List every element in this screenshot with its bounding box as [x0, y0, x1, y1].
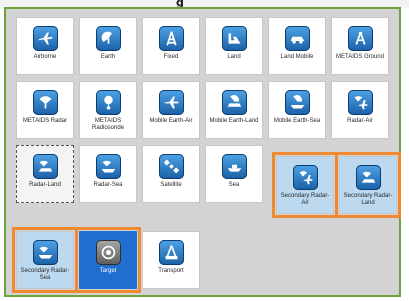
tile-fixed[interactable]: Fixed [142, 17, 200, 75]
tile-metaids-radiosonde[interactable]: METAIDS Radiosonde [79, 81, 137, 139]
mobile-earth-land-icon [221, 90, 247, 115]
tile-sea[interactable]: Sea [205, 145, 263, 203]
radar-sea-icon [95, 154, 121, 179]
tile-radar-air[interactable]: Radar-Air [331, 81, 389, 139]
tile-label: Target [99, 268, 117, 274]
tile-label: Land Mobile [280, 54, 314, 60]
earth-icon [95, 26, 121, 51]
tile-metaids-radar[interactable]: METAIDS Radar [16, 81, 74, 139]
tile-secondary-radar-air[interactable]: Secondary Radar-Air [272, 152, 338, 218]
tile-satellite[interactable]: Satellite [142, 145, 200, 203]
tile-label: Mobile Earth-Sea [273, 118, 321, 124]
tile-mobile-earth-air[interactable]: Mobile Earth-Air [142, 81, 200, 139]
tile-airborne[interactable]: Airborne [16, 17, 74, 75]
tile-metaids-ground[interactable]: METAIDS Ground [331, 17, 389, 75]
tile-label: Satellite [160, 182, 182, 188]
tile-target[interactable]: Target [75, 227, 141, 293]
tile-secondary-radar-sea[interactable]: Secondary Radar-Sea [12, 227, 78, 293]
airborne-icon [32, 26, 58, 51]
tile-land-mobile[interactable]: Land Mobile [268, 17, 326, 75]
tile-label: Secondary Radar-Air [280, 193, 330, 206]
tile-secondary-radar-land[interactable]: Secondary Radar-Land [335, 152, 401, 218]
tile-mobile-earth-sea[interactable]: Mobile Earth-Sea [268, 81, 326, 139]
metaids-radar-icon [32, 90, 58, 115]
tile-label: METAIDS Ground [336, 54, 384, 60]
metaids-ground-icon [347, 26, 373, 51]
radar-land-icon [32, 154, 58, 179]
tile-label: METAIDS Radar [22, 118, 68, 124]
radiosonde-icon [95, 90, 121, 115]
tile-label: Fixed [163, 54, 179, 60]
tile-label: Mobile Earth-Land [209, 118, 259, 124]
radar-air-icon [347, 90, 373, 115]
secondary-radar-sea-icon [32, 240, 58, 265]
land-mobile-icon [284, 26, 310, 51]
tile-transport[interactable]: Transport [142, 231, 200, 289]
fixed-antenna-icon [158, 26, 184, 51]
land-icon [221, 26, 247, 51]
transport-icon [158, 240, 184, 265]
tile-label: Earth [100, 54, 116, 60]
tile-radar-land[interactable]: Radar-Land [16, 145, 74, 203]
satellite-icon [158, 154, 184, 179]
tile-mobile-earth-land[interactable]: Mobile Earth-Land [205, 81, 263, 139]
tile-label: Radar-Land [29, 182, 61, 188]
tile-earth[interactable]: Earth [79, 17, 137, 75]
mobile-earth-air-icon [158, 90, 184, 115]
sea-icon [221, 154, 247, 179]
tile-label: Airborne [33, 54, 57, 60]
tile-label: Transport [158, 268, 184, 274]
secondary-radar-air-icon [292, 165, 318, 190]
mobile-earth-sea-icon [284, 90, 310, 115]
tile-label: Secondary Radar-Sea [20, 268, 70, 281]
icon-picker-panel: Airborne Earth Fixed Land Land Mobile ME… [4, 7, 401, 297]
tile-label: Radar-Air [347, 118, 373, 124]
tile-label: Secondary Radar-Land [343, 193, 393, 206]
tile-label: Mobile Earth-Air [149, 118, 193, 124]
tile-land[interactable]: Land [205, 17, 263, 75]
tile-label: Sea [228, 182, 240, 188]
tile-radar-sea[interactable]: Radar-Sea [79, 145, 137, 203]
tile-label: Radar-Sea [93, 182, 123, 188]
tile-label: Land [227, 54, 241, 60]
tile-label: METAIDS Radiosonde [91, 118, 125, 131]
target-icon [95, 240, 121, 265]
secondary-radar-land-icon [355, 165, 381, 190]
